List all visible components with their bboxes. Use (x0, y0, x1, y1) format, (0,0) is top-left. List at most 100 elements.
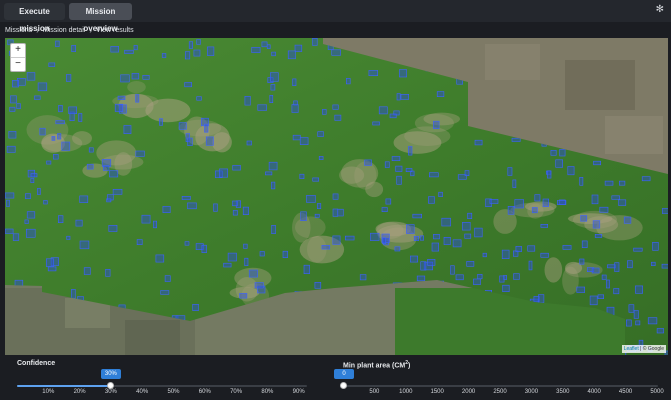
plant-detection (204, 123, 209, 133)
plant-detection (489, 199, 499, 204)
plant-detection (105, 269, 111, 277)
plant-detection (513, 273, 520, 280)
plant-detection (257, 104, 267, 111)
plant-detection (61, 141, 71, 151)
soil-patch (72, 131, 92, 146)
confidence-thumb[interactable] (107, 382, 115, 389)
plant-detection (462, 222, 471, 231)
min-area-tick-label: 3000 (524, 389, 539, 395)
plant-detection (227, 252, 237, 262)
plant-detection (502, 284, 510, 292)
plant-detection (441, 217, 451, 227)
plant-detection (188, 41, 193, 49)
plant-detection (12, 233, 20, 241)
plant-detection (635, 320, 641, 326)
plant-detection (213, 203, 218, 212)
plant-detection (466, 261, 475, 267)
plant-detection (599, 206, 609, 213)
plant-detection (48, 62, 56, 67)
plant-detection (244, 95, 251, 106)
plant-detection (542, 198, 549, 207)
plant-detection (187, 202, 197, 210)
plant-detection (184, 241, 190, 246)
plant-detection (75, 219, 83, 227)
plant-detection (389, 113, 397, 119)
map-view[interactable]: + − Leaflet | © Google (5, 38, 668, 355)
plant-detection (345, 78, 351, 85)
breadcrumb-mission-detail[interactable]: Mission detail (43, 27, 85, 34)
gear-icon[interactable]: ✻ (656, 4, 664, 15)
plant-detection (155, 254, 165, 263)
plant-detection (381, 207, 388, 212)
plant-detection (5, 228, 14, 234)
plant-detection (55, 120, 65, 125)
breadcrumb-missions[interactable]: Missions (5, 27, 32, 34)
plant-detection (5, 192, 15, 199)
soil-patch (423, 112, 461, 126)
leaflet-link[interactable]: Leaflet (624, 346, 639, 352)
plant-detection (394, 246, 401, 252)
plant-detection (196, 39, 201, 45)
plant-detection (43, 200, 48, 205)
plant-detection (579, 177, 584, 186)
plant-detection (540, 252, 549, 258)
plant-detection (555, 159, 564, 168)
confidence-tick-label: 90% (292, 389, 305, 395)
plant-detection (514, 199, 524, 209)
min-area-label-end: ) (408, 362, 411, 370)
plant-detection (396, 93, 401, 101)
plant-detection (332, 208, 339, 217)
plant-detection (618, 199, 627, 206)
plant-detection (538, 294, 545, 303)
plant-detection (651, 261, 656, 266)
plant-detection (405, 168, 413, 173)
plant-detection (562, 245, 572, 250)
plant-detection (265, 171, 273, 176)
confidence-tick-label: 10% (42, 389, 55, 395)
plant-detection (438, 191, 443, 197)
zoom-out-button[interactable]: − (11, 58, 25, 71)
plant-detection (135, 150, 145, 157)
plant-detection (57, 215, 64, 223)
breadcrumb: Missions › Mission detail › View results (5, 24, 134, 36)
plant-detection (14, 279, 24, 287)
plant-detection (359, 274, 367, 281)
plant-detection (112, 189, 123, 195)
plant-detection (135, 94, 140, 103)
plant-detection (406, 224, 415, 234)
plant-detection (334, 114, 342, 121)
plant-detection (232, 200, 238, 207)
plant-detection (477, 274, 483, 280)
plant-detection (268, 161, 278, 171)
plant-detection (271, 51, 276, 57)
plant-detection (232, 165, 241, 171)
zoom-in-button[interactable]: + (11, 44, 25, 58)
plant-detection (428, 196, 435, 204)
plant-detection (34, 95, 41, 100)
plant-detection (39, 127, 46, 136)
plant-detection (162, 206, 171, 213)
soil-patch (294, 216, 326, 239)
soil-patch (524, 201, 557, 212)
plant-detection (37, 188, 41, 195)
tab-mission-overview[interactable]: Mission overview (69, 3, 132, 33)
plant-detection (332, 235, 341, 245)
tab-execute-mission[interactable]: Execute mission (4, 3, 65, 33)
plant-detection (372, 121, 380, 126)
plant-detection (78, 113, 83, 122)
plant-detection (591, 194, 599, 205)
plant-detection (593, 160, 601, 166)
plant-detection (312, 177, 320, 182)
plant-detection (604, 180, 614, 186)
plant-detection (271, 181, 276, 190)
plant-detection (507, 206, 515, 215)
min-area-track[interactable] (343, 385, 658, 387)
plant-detection (187, 137, 193, 146)
plant-detection (142, 74, 150, 80)
min-area-thumb[interactable] (339, 382, 347, 389)
plant-detection (412, 213, 422, 219)
soil-patch (376, 222, 404, 239)
min-area-tick-label: 1000 (399, 389, 413, 395)
plant-detection (635, 285, 644, 294)
plant-detection (133, 45, 138, 51)
